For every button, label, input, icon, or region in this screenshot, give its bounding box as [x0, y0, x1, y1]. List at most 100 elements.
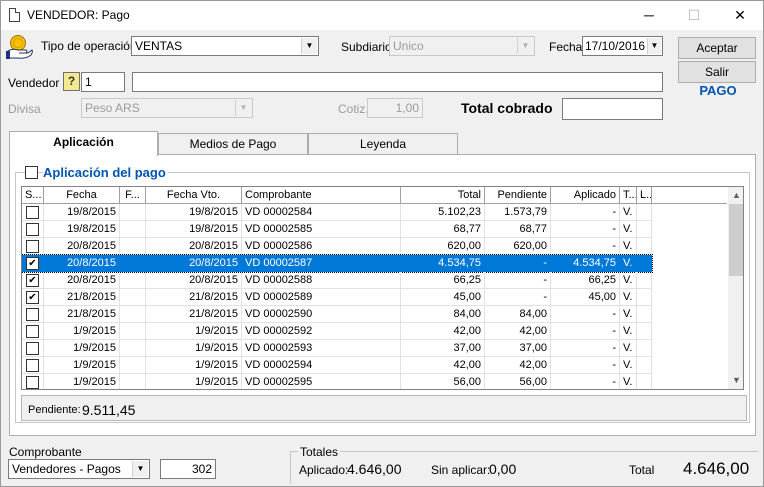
cell-comp: VD 00002587 [242, 255, 401, 272]
column-header[interactable]: Comprobante [242, 187, 401, 204]
unchecked-checkbox[interactable] [26, 359, 39, 372]
minimize-button[interactable]: ─ [634, 5, 664, 25]
table-row[interactable]: 1/9/2015 1/9/2015 VD 00002595 56,00 56,00- V. [22, 374, 652, 389]
scroll-thumb[interactable] [729, 204, 743, 276]
chevron-down-icon[interactable]: ▼ [301, 38, 317, 54]
vertical-scrollbar[interactable]: ▲ ▼ [728, 187, 743, 389]
subdiario-select[interactable]: Unico ▼ [389, 36, 535, 56]
tab-medios-de-pago[interactable]: Medios de Pago [158, 133, 308, 154]
cell-t: V. [620, 306, 637, 323]
hand-coin-icon [6, 34, 34, 60]
table-row[interactable]: ✔ 20/8/2015 20/8/2015 VD 00002588 66,25-66,2… [22, 272, 652, 289]
column-header[interactable]: F... [120, 187, 146, 204]
fecha-value: 17/10/2016 [585, 39, 646, 53]
salir-button[interactable]: Salir [678, 61, 756, 83]
tab-aplicacion[interactable]: Aplicación [9, 131, 158, 156]
cell-aplic: - [551, 204, 620, 221]
cell-l [637, 221, 652, 238]
cell-aplic: - [551, 221, 620, 238]
cell-comp: VD 00002584 [242, 204, 401, 221]
cell-aplic: - [551, 323, 620, 340]
aceptar-button[interactable]: Aceptar [678, 37, 756, 59]
close-button[interactable]: ✕ [725, 5, 755, 25]
chevron-down-icon[interactable]: ▼ [235, 100, 251, 116]
unchecked-checkbox[interactable] [26, 240, 39, 253]
cell-fecha: 20/8/2015 [44, 238, 120, 255]
cell-fecha: 19/8/2015 [44, 204, 120, 221]
cell-pend: - [485, 289, 551, 306]
cell-total: 4.534,75 [401, 255, 485, 272]
cell-aplic: - [551, 306, 620, 323]
table-row[interactable]: 1/9/2015 1/9/2015 VD 00002593 37,00 37,00- V. [22, 340, 652, 357]
column-header[interactable]: S... [22, 187, 44, 204]
subdiario-label: Subdiario [341, 40, 392, 54]
vendedor-label: Vendedor [8, 76, 60, 90]
vendedor-name-input[interactable] [132, 72, 663, 92]
window-title: VENDEDOR: Pago [27, 8, 130, 22]
column-header[interactable]: T... [620, 187, 637, 204]
column-header[interactable]: L... [637, 187, 652, 204]
table-row[interactable]: 1/9/2015 1/9/2015 VD 00002592 42,00 42,00- V. [22, 323, 652, 340]
fecha-picker[interactable]: 17/10/2016 ▼ [582, 36, 663, 56]
column-header[interactable]: Fecha [44, 187, 120, 204]
cell-comp: VD 00002588 [242, 272, 401, 289]
cell-comp: VD 00002589 [242, 289, 401, 306]
cell-f [120, 272, 146, 289]
vendedor-code-input[interactable]: 1 [81, 72, 125, 92]
cell-t: V. [620, 357, 637, 374]
cell-total: 56,00 [401, 374, 485, 389]
maximize-button[interactable]: ☐ [679, 5, 709, 25]
cell-f [120, 340, 146, 357]
divisa-select[interactable]: Peso ARS ▼ [81, 98, 253, 118]
table-row[interactable]: ✔ 21/8/2015 21/8/2015 VD 00002589 45,00-45,0… [22, 289, 652, 306]
unchecked-checkbox[interactable] [26, 342, 39, 355]
cell-vto: 21/8/2015 [146, 289, 242, 306]
divisa-label: Divisa [8, 102, 41, 116]
cell-pend: 42,00 [485, 323, 551, 340]
aplicacion-checkbox[interactable] [25, 166, 38, 179]
cell-fecha: 20/8/2015 [44, 272, 120, 289]
tab-leyenda[interactable]: Leyenda [308, 133, 458, 154]
subdiario-value: Unico [393, 39, 424, 53]
comprobante-number-input[interactable]: 302 [160, 459, 216, 479]
column-header[interactable]: Total [401, 187, 485, 204]
cell-pend: 37,00 [485, 340, 551, 357]
total-cobrado-label: Total cobrado [461, 100, 553, 116]
pendiente-label: Pendiente: [28, 404, 81, 416]
column-header[interactable]: Fecha Vto. [146, 187, 242, 204]
question-mark-icon[interactable]: ? [63, 72, 80, 91]
scroll-down-icon[interactable]: ▼ [728, 372, 743, 389]
table-row[interactable]: ✔ 20/8/2015 20/8/2015 VD 00002587 4.534,75-4… [22, 254, 653, 273]
unchecked-checkbox[interactable] [26, 206, 39, 219]
grid-header: S... Fecha F... Fecha Vto. Comprobante Total P… [22, 187, 727, 204]
sin-aplicar-value: 0,00 [489, 461, 517, 477]
unchecked-checkbox[interactable] [26, 376, 39, 389]
cell-comp: VD 00002593 [242, 340, 401, 357]
column-header[interactable]: Pendiente [485, 187, 551, 204]
cell-aplic: - [551, 357, 620, 374]
checked-checkbox[interactable]: ✔ [26, 257, 39, 270]
total-cobrado-input[interactable] [562, 98, 663, 120]
scroll-up-icon[interactable]: ▲ [728, 187, 743, 204]
checked-checkbox[interactable]: ✔ [26, 291, 39, 304]
cell-total: 84,00 [401, 306, 485, 323]
comprobante-select[interactable]: Vendedores - Pagos ▼ [8, 459, 150, 479]
table-row[interactable]: 19/8/2015 19/8/2015 VD 00002585 68,77 68,77-… [22, 221, 652, 238]
checked-checkbox[interactable]: ✔ [26, 274, 39, 287]
chevron-down-icon[interactable]: ▼ [132, 461, 148, 477]
cell-total: 45,00 [401, 289, 485, 306]
unchecked-checkbox[interactable] [26, 223, 39, 236]
tipo-operacion-select[interactable]: VENTAS ▼ [131, 36, 319, 56]
unchecked-checkbox[interactable] [26, 308, 39, 321]
unchecked-checkbox[interactable] [26, 325, 39, 338]
table-row[interactable]: 19/8/2015 19/8/2015 VD 00002584 5.102,23 1.5… [22, 204, 652, 221]
chevron-down-icon[interactable]: ▼ [517, 38, 533, 54]
table-row[interactable]: 20/8/2015 20/8/2015 VD 00002586 620,00 620,0… [22, 238, 652, 255]
documents-grid[interactable]: S... Fecha F... Fecha Vto. Comprobante Total P… [21, 186, 744, 390]
cotiz-input[interactable]: 1,00 [367, 98, 423, 118]
table-row[interactable]: 21/8/2015 21/8/2015 VD 00002590 84,00 84,00-… [22, 306, 652, 323]
column-header[interactable]: Aplicado [551, 187, 620, 204]
chevron-down-icon[interactable]: ▼ [647, 38, 661, 54]
cell-t: V. [620, 323, 637, 340]
table-row[interactable]: 1/9/2015 1/9/2015 VD 00002594 42,00 42,00- V. [22, 357, 652, 374]
